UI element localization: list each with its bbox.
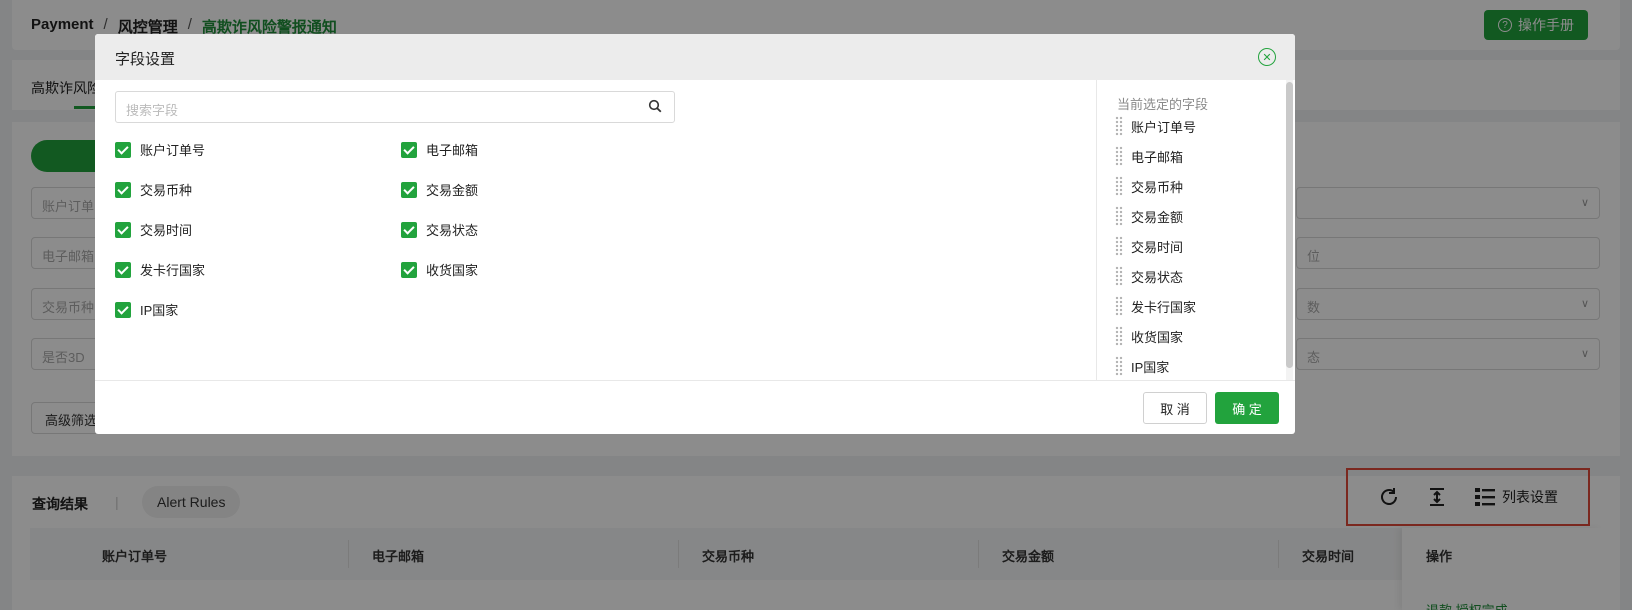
modal-footer: 取 消 确 定: [95, 380, 1295, 434]
selected-field-label: 交易时间: [1131, 239, 1184, 255]
selected-field-item[interactable]: IP国家: [1115, 356, 1169, 376]
search-placeholder: 搜索字段: [126, 103, 179, 118]
field-checkbox[interactable]: 交易状态: [401, 220, 478, 239]
selected-field-item[interactable]: 收货国家: [1115, 326, 1183, 346]
drag-handle-icon[interactable]: [1115, 236, 1123, 256]
field-search-input[interactable]: 搜索字段: [115, 91, 675, 123]
field-label: IP国家: [140, 303, 179, 318]
selected-field-label: 账户订单号: [1131, 119, 1197, 135]
field-checkbox[interactable]: 电子邮箱: [401, 140, 478, 159]
drag-handle-icon[interactable]: [1115, 176, 1123, 196]
selected-field-label: 收货国家: [1131, 329, 1184, 345]
modal-title: 字段设置: [115, 51, 176, 68]
selected-field-label: IP国家: [1131, 359, 1170, 375]
checkbox-checked-icon[interactable]: [401, 141, 417, 158]
selected-fields-pane: 当前选定的字段 账户订单号 电子邮箱 交易币种 交易金额 交易时间 交易状态 发…: [1096, 80, 1295, 380]
checkbox-checked-icon[interactable]: [115, 181, 131, 198]
selected-field-label: 交易金额: [1131, 209, 1184, 225]
selected-field-label: 发卡行国家: [1131, 299, 1197, 315]
selected-field-item[interactable]: 交易金额: [1115, 206, 1183, 226]
field-checkbox[interactable]: 交易币种: [115, 180, 192, 199]
checkbox-checked-icon[interactable]: [401, 221, 417, 238]
field-checkbox[interactable]: 收货国家: [401, 260, 478, 279]
checkbox-checked-icon[interactable]: [115, 261, 131, 278]
field-label: 交易状态: [426, 223, 479, 238]
field-label: 交易金额: [426, 183, 479, 198]
close-icon[interactable]: ✕: [1258, 48, 1276, 66]
field-checkbox[interactable]: 账户订单号: [115, 140, 205, 159]
selected-field-item[interactable]: 交易状态: [1115, 266, 1183, 286]
drag-handle-icon[interactable]: [1115, 356, 1123, 376]
checkbox-checked-icon[interactable]: [401, 261, 417, 278]
drag-handle-icon[interactable]: [1115, 116, 1123, 136]
selected-field-item[interactable]: 账户订单号: [1115, 116, 1196, 136]
selected-field-label: 电子邮箱: [1131, 149, 1184, 165]
selected-field-label: 交易状态: [1131, 269, 1184, 285]
cancel-button[interactable]: 取 消: [1143, 392, 1207, 424]
selected-field-item[interactable]: 电子邮箱: [1115, 146, 1183, 166]
checkbox-checked-icon[interactable]: [115, 141, 131, 158]
selected-field-item[interactable]: 交易币种: [1115, 176, 1183, 196]
checkbox-checked-icon[interactable]: [115, 221, 131, 238]
checkbox-checked-icon[interactable]: [401, 181, 417, 198]
selected-field-item[interactable]: 交易时间: [1115, 236, 1183, 256]
field-checkbox[interactable]: 交易金额: [401, 180, 478, 199]
drag-handle-icon[interactable]: [1115, 326, 1123, 346]
field-label: 电子邮箱: [426, 143, 479, 158]
selected-fields-title: 当前选定的字段: [1117, 97, 1209, 112]
field-checkbox[interactable]: 交易时间: [115, 220, 192, 239]
selected-field-label: 交易币种: [1131, 179, 1184, 195]
modal-header: 字段设置 ✕: [95, 34, 1295, 80]
confirm-button[interactable]: 确 定: [1215, 392, 1279, 424]
field-label: 交易币种: [140, 183, 193, 198]
field-label: 账户订单号: [140, 143, 206, 158]
drag-handle-icon[interactable]: [1115, 206, 1123, 226]
field-label: 发卡行国家: [140, 263, 206, 278]
search-icon[interactable]: [648, 99, 662, 116]
selected-field-item[interactable]: 发卡行国家: [1115, 296, 1196, 316]
scrollbar-thumb[interactable]: [1286, 82, 1293, 368]
checkbox-checked-icon[interactable]: [115, 301, 131, 318]
drag-handle-icon[interactable]: [1115, 146, 1123, 166]
field-checkbox[interactable]: IP国家: [115, 300, 178, 319]
field-settings-modal: 字段设置 ✕ 搜索字段 账户订单号 电子邮箱 交易币种 交易金额 交易时间 交易…: [95, 34, 1295, 434]
field-label: 交易时间: [140, 223, 193, 238]
field-label: 收货国家: [426, 263, 479, 278]
field-checkbox[interactable]: 发卡行国家: [115, 260, 205, 279]
drag-handle-icon[interactable]: [1115, 266, 1123, 286]
drag-handle-icon[interactable]: [1115, 296, 1123, 316]
